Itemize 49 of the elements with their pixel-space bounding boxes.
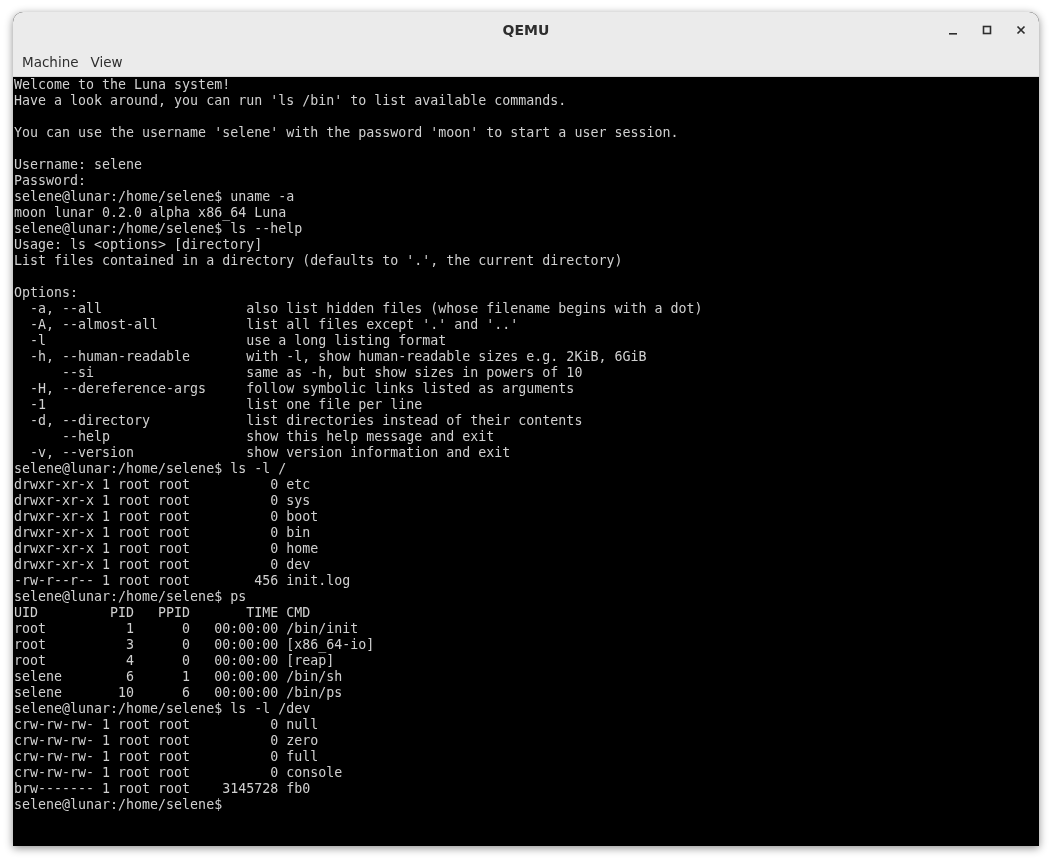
console-line: UID PID PPID TIME CMD [14,605,311,621]
console-line: --si same as -h, but show sizes in powers of 10 [61,365,583,381]
console-line: selene@lunar:/home/selene$ ls -l / [14,461,287,477]
console-line: -H, --dereference-args follow symbolic links listed as arguments [29,381,575,397]
console-line: drwxr-xr-x 1 root root 0 home [14,541,319,557]
console-line: crw-rw-rw- 1 root root 0 zero [14,733,319,749]
console-line: --help show this help message and exit [61,429,495,445]
console-line: drwxr-xr-x 1 root root 0 etc [14,477,311,493]
console-line: drwxr-xr-x 1 root root 0 dev [14,557,311,573]
console-line: drwxr-xr-x 1 root root 0 bin [14,525,311,541]
console-line: root 1 0 00:00:00 /bin/init [14,621,359,637]
console-line: crw-rw-rw- 1 root root 0 full [14,749,319,765]
console-line: crw-rw-rw- 1 root root 0 null [14,717,319,733]
console-line: root 4 0 00:00:00 [reap] [14,653,335,669]
console-line: List files contained in a directory (defaults to '.', the current directory) [14,253,623,269]
console-line: crw-rw-rw- 1 root root 0 console [14,765,343,781]
console-line: Username: selene [14,157,143,173]
window-title: QEMU [502,22,550,38]
close-icon [1016,25,1026,35]
console-line: selene@lunar:/home/selene$ uname -a [14,189,295,205]
maximize-icon [982,25,992,35]
console-line: Usage: ls <options> [directory] [14,237,263,253]
console-line: selene@lunar:/home/selene$ [14,797,223,813]
console-line: -h, --human-readable with -l, show human-readable sizes e.g. 2KiB, 6GiB [29,349,647,365]
console-line: brw------- 1 root root 3145728 fb0 [14,781,311,797]
console-line: selene@lunar:/home/selene$ ls --help [14,221,303,237]
console-line: -1 list one file per line [29,397,423,413]
menu-item[interactable]: Machine [16,51,85,73]
console-line: -A, --almost-all list all files except '.' and '..' [29,317,519,333]
console-line: selene@lunar:/home/selene$ ls -l /dev [14,701,311,717]
console-line: -v, --version show version information and exit [29,445,511,461]
console-line: selene@lunar:/home/selene$ ps [14,589,247,605]
menu-item[interactable]: View [84,51,129,73]
console-line: You can use the username 'selene' with the password 'moon' to start a user session. [14,125,679,141]
console-line: root 3 0 00:00:00 [x86_64-io] [14,637,375,653]
console-line: moon lunar 0.2.0 alpha x86_64 Luna [14,205,287,221]
console-line: drwxr-xr-x 1 root root 0 boot [14,509,319,525]
console-line: selene 10 6 00:00:00 /bin/ps [14,685,343,701]
console-line: -d, --directory list directories instead of their contents [29,413,583,429]
console-line: drwxr-xr-x 1 root root 0 sys [14,493,311,509]
console-line: Password: [14,173,87,189]
console-line: Welcome to the Luna system! [14,77,231,93]
console-line: -rw-r--r-- 1 root root 456 init.log [14,573,351,589]
console-line: selene 6 1 00:00:00 /bin/sh [14,669,343,685]
minimize-icon [949,33,957,35]
console-line: Have a look around, you can run 'ls /bin' to list available commands. [14,93,567,109]
console-line: -a, --all also list hidden files (whose filename begins with a dot) [29,301,703,317]
console-line: -l use a long listing format [29,333,447,349]
console-line: Options: [14,285,79,301]
